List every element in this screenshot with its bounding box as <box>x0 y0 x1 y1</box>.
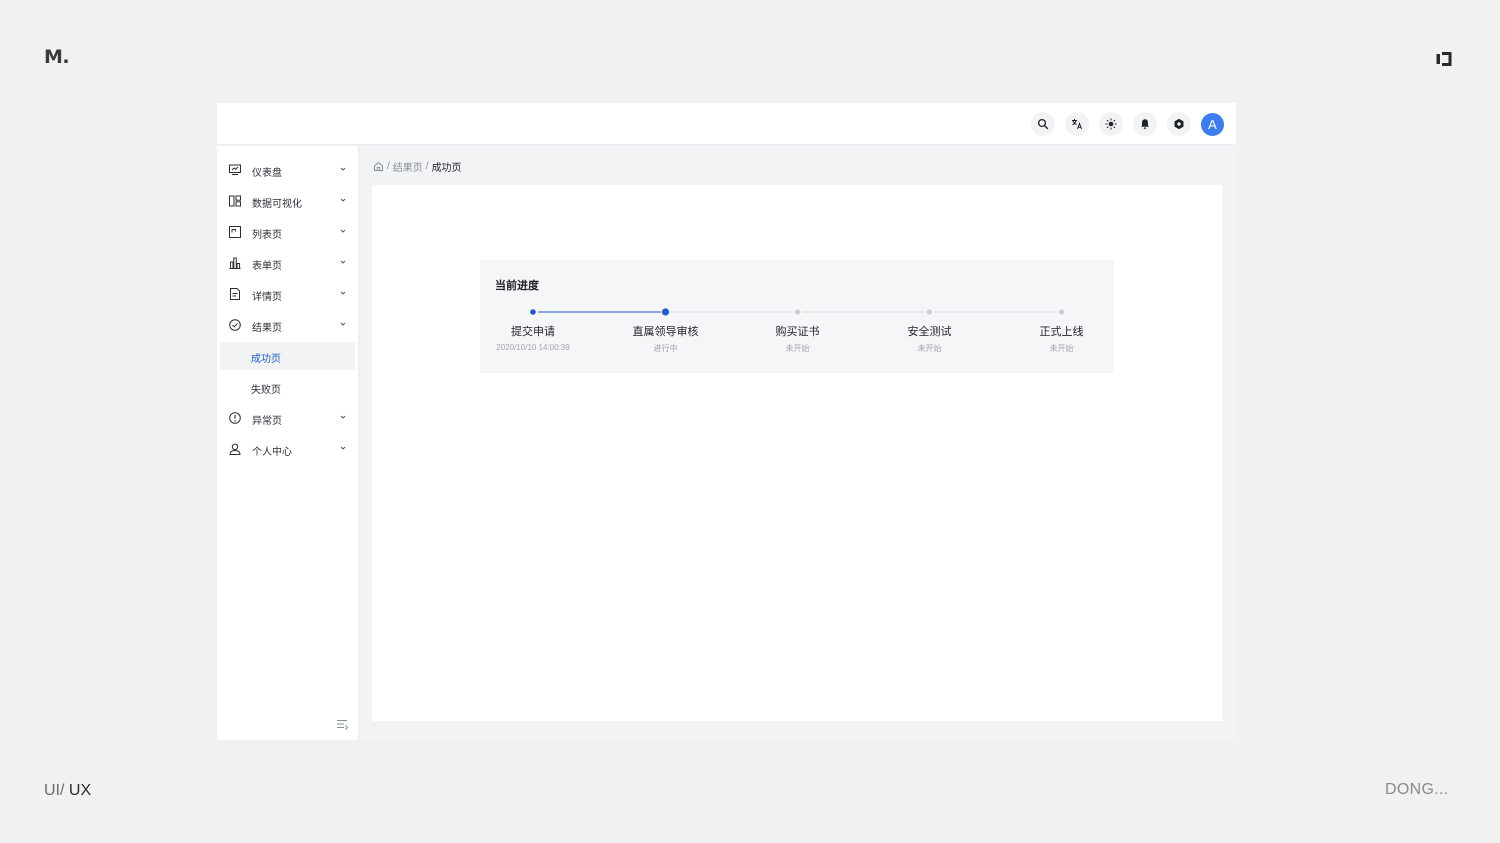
step-title: 购买证书 <box>775 326 820 338</box>
step-buy-certificate: 购买证书 未开始 <box>738 323 858 354</box>
search-icon <box>1037 118 1049 130</box>
step-description: 2020/10/10 14:00:39 <box>496 343 570 352</box>
detail-page-icon <box>230 288 240 300</box>
sidebar-item-list-page[interactable]: 列表页 <box>220 218 355 246</box>
breadcrumb-separator: / <box>425 161 429 172</box>
sidebar-item-label: 仪表盘 <box>252 168 282 179</box>
breadcrumb: / 结果页 / 成功页 <box>373 159 462 174</box>
chevron-down-icon <box>340 198 346 202</box>
footer-caption: UI/ UX <box>44 782 91 800</box>
navbar-actions: A <box>1031 112 1224 136</box>
step-description: 未开始 <box>785 344 810 353</box>
sidebar-item-dashboard[interactable]: 仪表盘 <box>220 156 355 184</box>
chevron-down-icon <box>340 260 346 264</box>
sidebar-item-label: 结果页 <box>252 323 282 334</box>
brand-logo: M. <box>44 46 70 68</box>
footer-author: DONG... <box>1385 781 1449 798</box>
list-page-icon <box>229 226 241 238</box>
content-panel: 当前进度 提交申请 2020/10/10 14:00:39 直属领导审核 进行中 <box>372 185 1222 721</box>
theme-icon <box>1105 118 1117 130</box>
chevron-down-icon <box>340 415 346 419</box>
chevron-down-icon <box>340 229 346 233</box>
step-go-live: 正式上线 未开始 <box>1002 323 1122 354</box>
step-security-test: 安全测试 未开始 <box>870 323 990 354</box>
step-title: 提交申请 <box>511 326 555 338</box>
step-dot-1 <box>530 309 536 315</box>
sidebar-item-label: 个人中心 <box>252 447 292 458</box>
layout-icon <box>1436 52 1452 66</box>
sidebar-item-label: 表单页 <box>252 261 282 272</box>
language-button[interactable] <box>1065 112 1089 136</box>
form-page-icon <box>229 257 241 269</box>
notification-icon <box>1141 119 1149 129</box>
top-navbar: A <box>217 103 1236 145</box>
sidebar-item-label: 失败页 <box>251 385 281 396</box>
step-dot-2 <box>661 308 670 316</box>
home-icon[interactable] <box>373 161 384 172</box>
step-description: 未开始 <box>1049 344 1074 353</box>
step-dot-3 <box>794 309 801 315</box>
step-dot-4 <box>926 309 933 315</box>
chevron-down-icon <box>340 322 346 326</box>
sidebar-item-user-center[interactable]: 个人中心 <box>220 435 355 463</box>
breadcrumb-parent[interactable]: 结果页 <box>393 159 423 174</box>
sidebar-item-label: 异常页 <box>252 416 282 427</box>
breadcrumb-current: 成功页 <box>431 163 462 174</box>
menu-collapse-icon[interactable] <box>335 717 349 731</box>
sidebar-item-label: 数据可视化 <box>252 199 302 210</box>
sidebar-item-success-page[interactable]: 成功页 <box>220 342 355 370</box>
progress-card: 当前进度 提交申请 2020/10/10 14:00:39 直属领导审核 进行中 <box>480 260 1114 373</box>
theme-button[interactable] <box>1099 112 1123 136</box>
breadcrumb-separator: / <box>387 161 390 172</box>
sidebar-item-result-page[interactable]: 结果页 <box>220 311 355 339</box>
sidebar-item-label: 成功页 <box>251 354 281 365</box>
search-button[interactable] <box>1031 112 1055 136</box>
sidebar-item-failure-page[interactable]: 失败页 <box>220 373 355 401</box>
sidebar-item-form-page[interactable]: 表单页 <box>220 249 355 277</box>
settings-button[interactable] <box>1167 112 1191 136</box>
step-description: 未开始 <box>917 344 942 353</box>
step-dot-5 <box>1058 309 1065 315</box>
step-title: 安全测试 <box>907 326 952 338</box>
step-title: 正式上线 <box>1039 326 1084 338</box>
user-center-icon <box>229 443 241 455</box>
footer-caption-prefix: UI/ <box>44 782 65 799</box>
settings-icon <box>1174 118 1184 130</box>
exception-page-icon <box>229 412 241 424</box>
footer-caption-main: UX <box>68 782 92 799</box>
sidebar-item-data-visualization[interactable]: 数据可视化 <box>220 187 355 215</box>
sidebar-item-exception-page[interactable]: 异常页 <box>220 404 355 432</box>
chevron-down-icon <box>340 167 346 171</box>
chevron-down-icon <box>340 446 346 450</box>
result-page-icon <box>229 319 241 331</box>
chevron-down-icon <box>340 291 346 295</box>
step-description: 进行中 <box>653 344 678 353</box>
data-visualization-icon <box>229 195 241 207</box>
sidebar-item-detail-page[interactable]: 详情页 <box>220 280 355 308</box>
step-submit-application: 提交申请 2020/10/10 14:00:39 <box>473 323 593 352</box>
sidebar-menu: 仪表盘 数据可视化 列表页 表单页 详情页 结果页 成功页 失败页 异常页 个人… <box>217 146 359 740</box>
user-avatar[interactable]: A <box>1201 112 1224 136</box>
sidebar-item-label: 详情页 <box>252 292 282 303</box>
step-title: 直属领导审核 <box>632 326 699 338</box>
notification-button[interactable] <box>1133 112 1157 136</box>
progress-track <box>530 308 1065 316</box>
app-window: A 仪表盘 数据可视化 列表页 表单页 详情页 结果页 成功页 失败页 异常页 … <box>217 103 1236 740</box>
step-leader-review: 直属领导审核 进行中 <box>606 323 726 354</box>
dashboard-icon <box>229 164 241 175</box>
sidebar-item-label: 列表页 <box>252 230 282 241</box>
translate-icon <box>1072 119 1082 130</box>
